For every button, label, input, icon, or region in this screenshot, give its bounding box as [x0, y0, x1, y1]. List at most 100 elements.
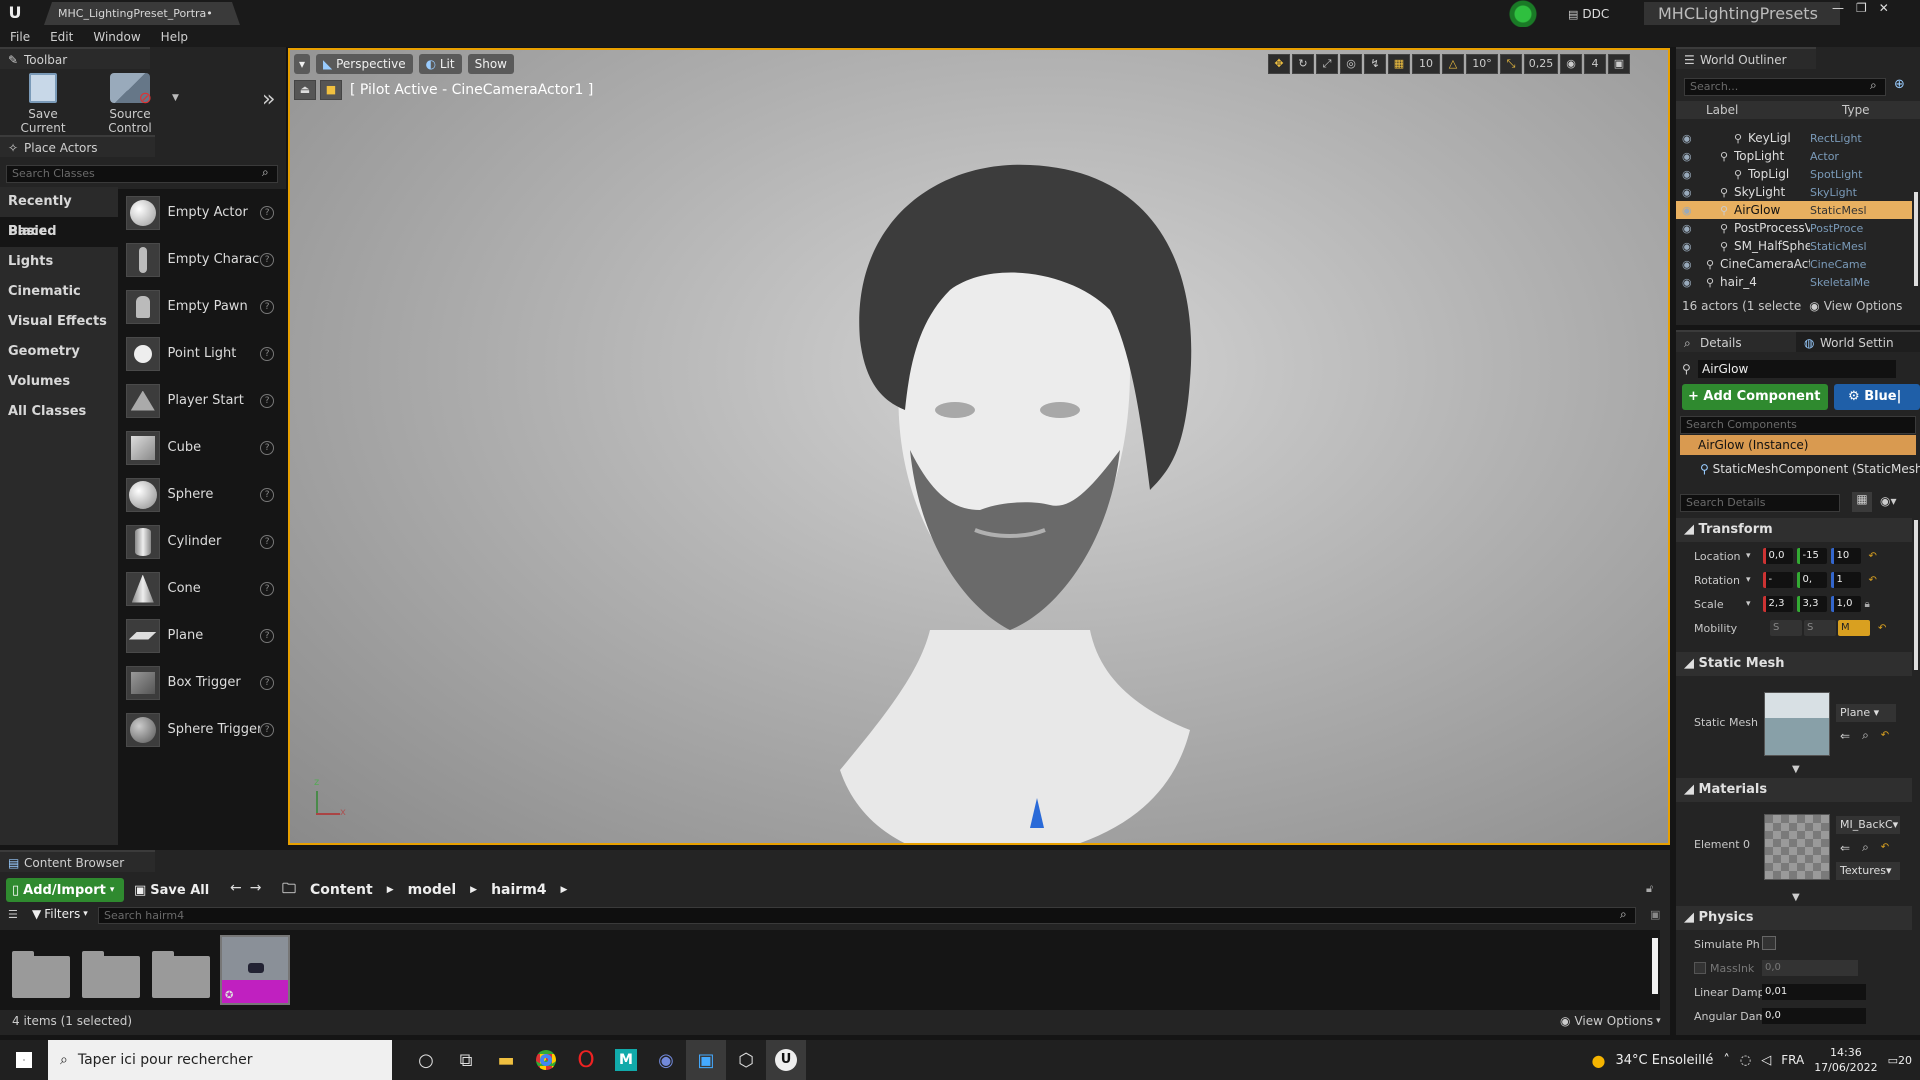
document-tab[interactable]: MHC_LightingPreset_Portra• [44, 2, 240, 25]
breadcrumb-model[interactable]: model [408, 882, 457, 898]
menu-edit[interactable]: Edit [40, 27, 83, 47]
outliner-search-input[interactable]: Search... [1684, 78, 1886, 96]
opera-icon[interactable]: O [566, 1040, 606, 1080]
level-viewport[interactable]: ▾ ◣ Perspective ◐ Lit Show ⏏ ■ [ Pilot A… [288, 48, 1670, 845]
forward-arrow-icon[interactable]: → [250, 880, 262, 896]
transform-section[interactable]: ◢ Transform [1676, 518, 1912, 542]
minimize-icon[interactable]: — [1832, 1, 1844, 15]
outliner-row[interactable]: ◉ ⚲ AirGlow StaticMesl [1676, 201, 1912, 219]
object-name-field[interactable]: AirGlow [1698, 360, 1896, 378]
material-thumbnail[interactable] [1764, 814, 1830, 880]
maximize-icon[interactable]: ❐ [1856, 1, 1867, 15]
visibility-eye-icon[interactable]: ◉ [1682, 150, 1696, 163]
outliner-row[interactable]: ◉ ⚲ SkyLight SkyLight [1676, 183, 1912, 201]
mass-checkbox[interactable] [1694, 962, 1706, 974]
visibility-eye-icon[interactable]: ◉ [1682, 240, 1696, 253]
lock-icon[interactable]: 🔒︎ [1865, 599, 1870, 610]
rotation-x[interactable]: - [1762, 572, 1793, 588]
component-instance-row[interactable]: AirGlow (Instance) [1680, 435, 1916, 455]
save-all-button[interactable]: ▣ Save All [134, 880, 209, 900]
category-basic[interactable]: Basic [0, 217, 118, 247]
content-browser-tab[interactable]: ▤ Content Browser [0, 850, 155, 872]
angular-damping-field[interactable]: 0,0 [1762, 1008, 1866, 1024]
property-matrix-icon[interactable]: ▦ [1852, 492, 1872, 512]
col-label-header[interactable]: Label [1706, 103, 1806, 117]
location-x[interactable]: 0,0 [1762, 548, 1793, 564]
category-volumes[interactable]: Volumes [0, 367, 118, 397]
world-space-icon[interactable]: ◎ [1340, 54, 1362, 74]
notification-icon[interactable]: ▭20 [1888, 1054, 1912, 1067]
rotation-label[interactable]: Rotation [1694, 574, 1746, 587]
camera-lock-icon[interactable]: ■ [320, 80, 342, 100]
help-icon[interactable]: ? [260, 487, 274, 502]
rotation-snap-icon[interactable]: △ [1442, 54, 1464, 74]
rotate-tool-icon[interactable]: ↻ [1292, 54, 1314, 74]
blueprint-button[interactable]: ⚙ Blue| [1834, 384, 1920, 410]
maximize-viewport-icon[interactable]: ▣ [1608, 54, 1630, 74]
scale-z[interactable]: 1,0 [1830, 596, 1861, 612]
perspective-button[interactable]: ◣ Perspective [316, 54, 413, 74]
show-button[interactable]: Show [467, 54, 514, 74]
close-icon[interactable]: ✕ [1879, 1, 1889, 15]
category-lights[interactable]: Lights [0, 247, 118, 277]
category-visual-effects[interactable]: Visual Effects [0, 307, 118, 337]
photos-icon[interactable]: ▣ [686, 1040, 726, 1080]
help-icon[interactable]: ? [260, 675, 274, 690]
source-control-button[interactable]: ⊘ Source Control [86, 73, 174, 135]
content-scrollbar[interactable] [1652, 938, 1658, 994]
actor-point-light[interactable]: Point Light? [118, 330, 286, 377]
static-mesh-thumbnail[interactable] [1764, 692, 1830, 756]
folder-icon[interactable] [152, 951, 210, 998]
outliner-row[interactable]: ◉ ⚲ hair_4 SkeletalMe [1676, 273, 1912, 291]
filters-button[interactable]: ▼ Filters ▾ [32, 907, 88, 921]
rotation-y[interactable]: 0, [1796, 572, 1827, 588]
sources-toggle-icon[interactable]: ☰ [8, 908, 18, 921]
static-mesh-dropdown[interactable]: Plane ▾ [1836, 704, 1896, 722]
volume-icon[interactable]: ◁ [1761, 1053, 1771, 1068]
cortana-icon[interactable]: ○ [406, 1040, 446, 1080]
menu-file[interactable]: File [0, 27, 40, 47]
rotation-snap-value[interactable]: 10° [1466, 54, 1498, 74]
rotation-z[interactable]: 1 [1830, 572, 1861, 588]
actor-empty-actor[interactable]: Empty Actor? [118, 189, 286, 236]
expand-chevron-icon[interactable]: ▼ [1792, 892, 1800, 903]
toolbar-expand-icon[interactable]: » [262, 87, 275, 112]
scale-snap-value[interactable]: 0,25 [1524, 54, 1558, 74]
actor-plane[interactable]: Plane? [118, 612, 286, 659]
actor-cylinder[interactable]: Cylinder? [118, 518, 286, 565]
eject-pilot-icon[interactable]: ⏏ [294, 80, 316, 100]
save-current-button[interactable]: Save Current [4, 73, 82, 135]
location-label[interactable]: Location [1694, 550, 1746, 563]
expand-chevron-icon[interactable]: ▼ [1792, 764, 1800, 775]
search-details-input[interactable]: Search Details [1680, 494, 1840, 512]
visibility-eye-icon[interactable]: ◉ [1682, 258, 1696, 271]
scale-tool-icon[interactable]: ⤢ [1316, 54, 1338, 74]
back-arrow-icon[interactable]: ← [230, 880, 242, 896]
mass-field[interactable]: 0,0 [1762, 960, 1858, 976]
lit-button[interactable]: ◐ Lit [418, 54, 462, 74]
toolbar-tab[interactable]: ✎ Toolbar [0, 47, 150, 69]
physics-section[interactable]: ◢ Physics [1676, 906, 1912, 930]
outliner-row[interactable]: ◉ ⚲ TopLight Actor [1676, 147, 1912, 165]
help-icon[interactable]: ? [260, 628, 274, 643]
3d-viewer-icon[interactable]: ⬡ [726, 1040, 766, 1080]
ddc-indicator[interactable]: ▤ DDC [1568, 4, 1609, 24]
location-z[interactable]: 10 [1830, 548, 1861, 564]
outliner-view-options[interactable]: View Options [1824, 299, 1903, 313]
help-icon[interactable]: ? [260, 534, 274, 549]
visibility-eye-icon[interactable]: ◉ [1682, 168, 1696, 181]
use-selected-icon[interactable]: ⇐ [1840, 729, 1850, 743]
help-icon[interactable]: ? [260, 299, 274, 314]
add-component-button[interactable]: + Add Component ▾ [1682, 384, 1828, 430]
mobility-stationary[interactable]: S [1804, 620, 1836, 636]
grid-snap-value[interactable]: 10 [1412, 54, 1440, 74]
visibility-eye-icon[interactable]: ◉ [1682, 276, 1696, 289]
outliner-row[interactable]: ◉ ⚲ TopLigl SpotLight [1676, 165, 1912, 183]
col-type-header[interactable]: Type [1842, 103, 1870, 117]
reset-icon[interactable]: ↶ [1881, 842, 1889, 853]
visibility-eye-icon[interactable]: ◉ [1682, 186, 1696, 199]
actor-cube[interactable]: Cube? [118, 424, 286, 471]
outliner-row[interactable]: ◉ ⚲ KeyLigl RectLight [1676, 129, 1912, 147]
visibility-eye-icon[interactable]: ◉ [1682, 222, 1696, 235]
textures-dropdown[interactable]: Textures▾ [1836, 862, 1900, 880]
